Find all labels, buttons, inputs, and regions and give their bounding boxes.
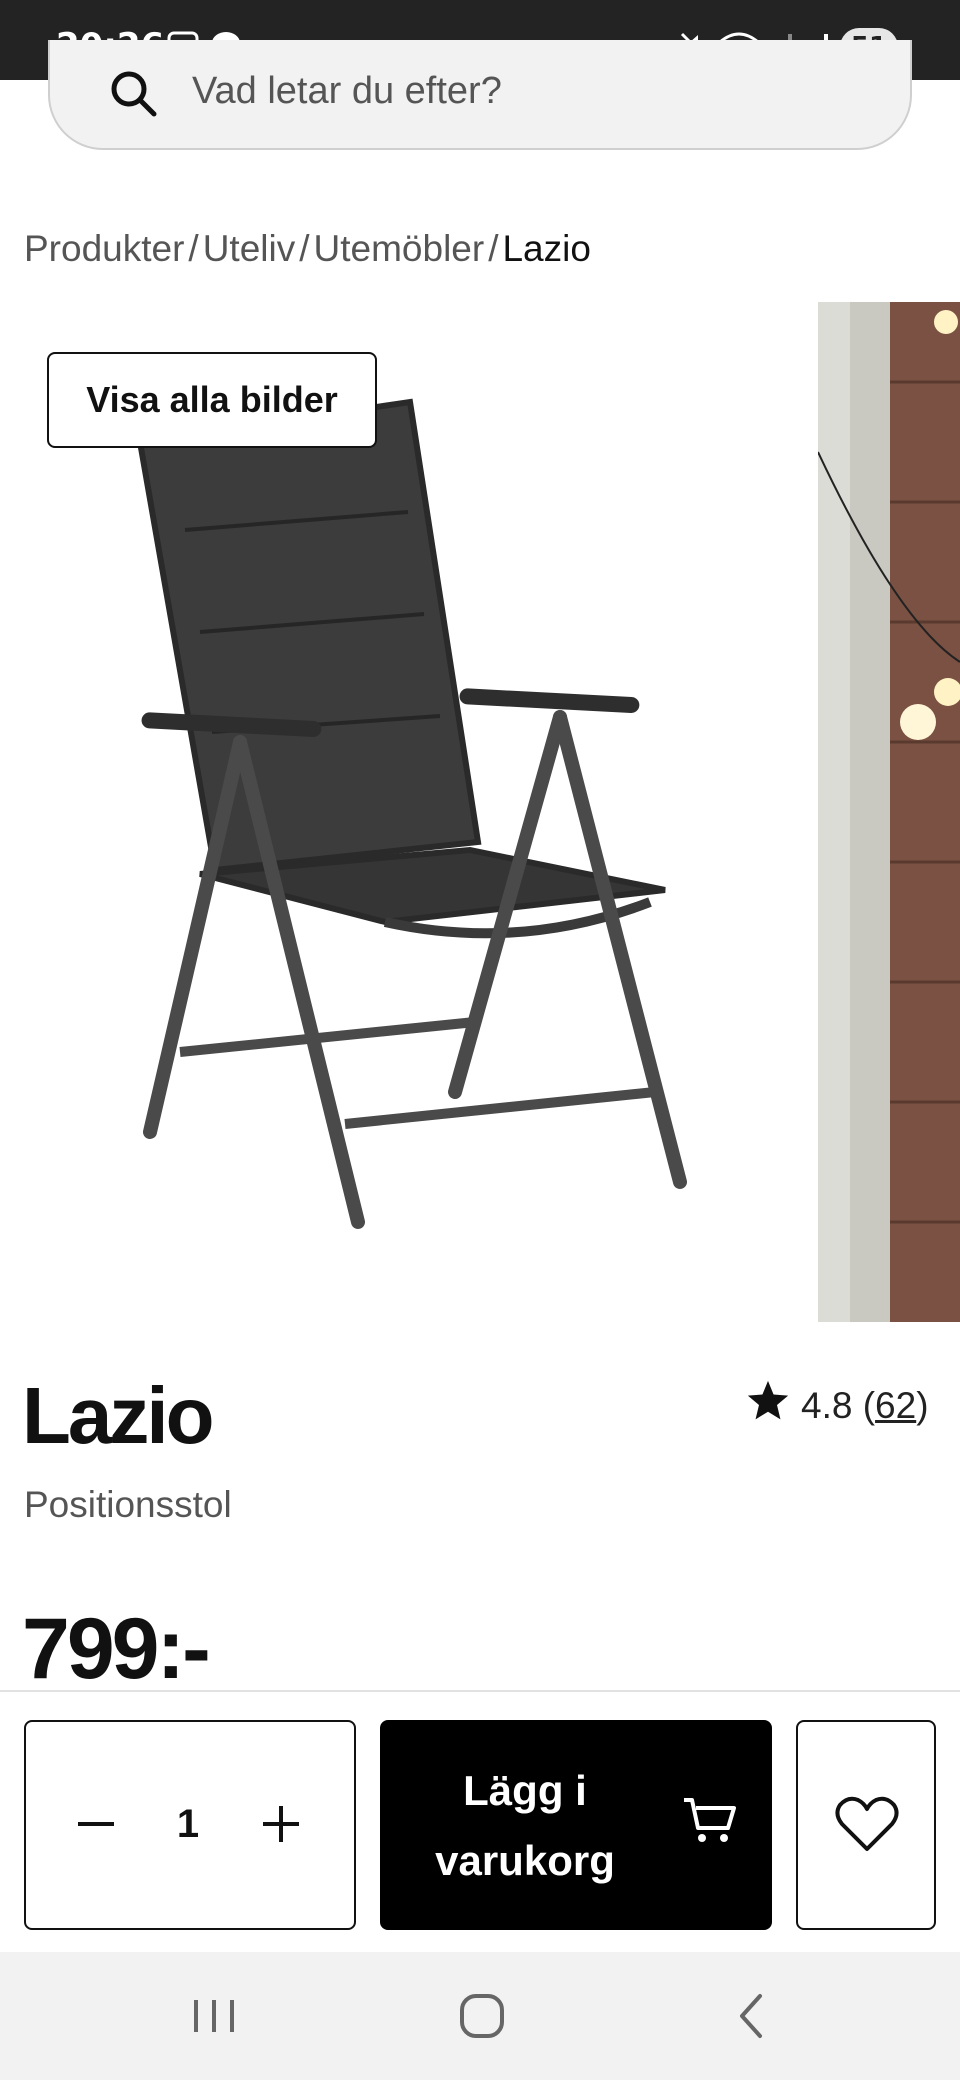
breadcrumb-current: Lazio xyxy=(502,228,591,269)
search-icon xyxy=(108,68,158,123)
quantity-stepper: 1 xyxy=(24,1720,356,1930)
product-subtitle: Positionsstol xyxy=(24,1484,232,1525)
breadcrumb-link-uteliv[interactable]: Uteliv xyxy=(203,228,296,269)
star-icon xyxy=(745,1378,791,1433)
product-image-lifestyle[interactable] xyxy=(818,302,960,1322)
back-icon xyxy=(740,1994,762,2038)
rating-value: 4.8 xyxy=(801,1385,853,1426)
add-to-cart-label-line1: Lägg i xyxy=(463,1767,587,1814)
plus-icon xyxy=(263,1806,299,1842)
show-all-images-button[interactable]: Visa alla bilder xyxy=(47,352,377,448)
heart-icon xyxy=(834,1794,900,1859)
product-image-chair[interactable] xyxy=(0,302,800,1322)
breadcrumb-separator: / xyxy=(299,228,310,269)
home-button[interactable] xyxy=(442,1986,522,2046)
minus-icon xyxy=(78,1822,114,1826)
search-placeholder: Vad letar du efter? xyxy=(192,70,502,112)
recent-apps-icon xyxy=(194,2000,234,2032)
add-to-cart-label-line2: varukorg xyxy=(435,1837,615,1884)
home-icon xyxy=(460,1994,504,2038)
back-button[interactable] xyxy=(712,1986,792,2046)
review-count-link[interactable]: 62 xyxy=(875,1385,916,1426)
breadcrumb-link-produkter[interactable]: Produkter xyxy=(24,228,184,269)
breadcrumb: Produkter / Uteliv / Utemöbler / Lazio xyxy=(24,228,591,270)
search-input[interactable]: Vad letar du efter? xyxy=(48,40,912,150)
product-title: Lazio xyxy=(22,1371,214,1460)
recent-apps-button[interactable] xyxy=(174,1986,254,2046)
decrease-quantity-button[interactable] xyxy=(66,1794,126,1854)
system-navigation-bar xyxy=(0,1952,960,2080)
increase-quantity-button[interactable] xyxy=(251,1794,311,1854)
purchase-action-bar: 1 Lägg i varukorg xyxy=(0,1690,960,1952)
product-gallery[interactable]: Visa alla bilder xyxy=(0,302,960,1322)
add-to-cart-button[interactable]: Lägg i varukorg xyxy=(380,1720,772,1930)
add-to-wishlist-button[interactable] xyxy=(796,1720,936,1930)
breadcrumb-separator: / xyxy=(188,228,199,269)
breadcrumb-link-utemobler[interactable]: Utemöbler xyxy=(314,228,485,269)
cart-icon xyxy=(680,1790,740,1855)
product-price: 799:- xyxy=(22,1601,211,1697)
product-rating[interactable]: 4.8 (62) xyxy=(745,1378,929,1433)
breadcrumb-separator: / xyxy=(488,228,499,269)
quantity-value[interactable]: 1 xyxy=(158,1794,218,1854)
